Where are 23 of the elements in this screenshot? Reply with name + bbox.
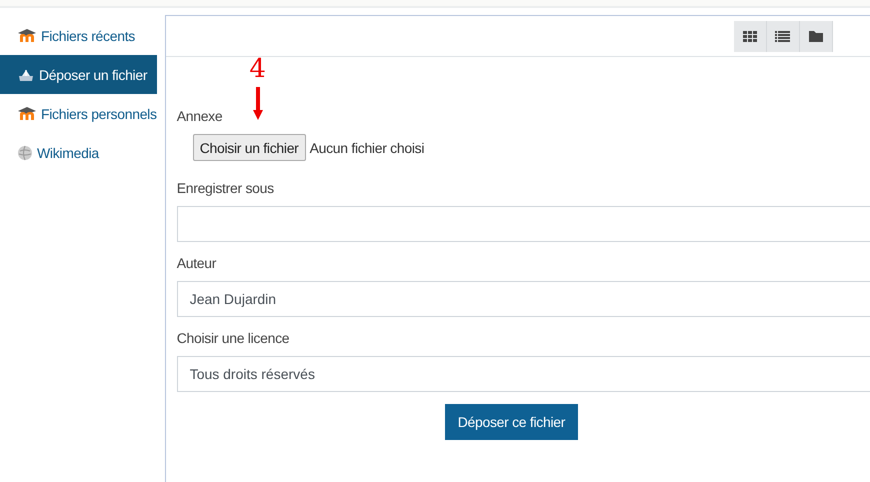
- choose-file-button[interactable]: Choisir un fichier: [192, 134, 306, 161]
- sidebar-item[interactable]: Fichiers récents: [0, 16, 157, 55]
- list-icon: [775, 30, 790, 42]
- hat-m-icon: [17, 28, 37, 43]
- license-select[interactable]: Tous droits réservés: [176, 356, 870, 392]
- field-label: Annexe: [176, 108, 222, 124]
- file-status: Aucun fichier choisi: [310, 140, 424, 156]
- hat-m-icon: [17, 106, 37, 121]
- tray-icon: [17, 67, 35, 82]
- step-number: 4: [249, 55, 266, 83]
- folder-icon: [808, 30, 823, 42]
- field-label: Auteur: [176, 255, 216, 271]
- sidebar-item[interactable]: Wikimedia: [0, 133, 157, 172]
- sidebar-item[interactable]: Fichiers personnels: [0, 94, 157, 133]
- submit-button[interactable]: Déposer ce fichier: [444, 404, 578, 440]
- input-field[interactable]: [176, 206, 870, 242]
- sidebar-item[interactable]: Déposer un fichier: [0, 55, 157, 94]
- input-field[interactable]: Jean Dujardin: [176, 281, 870, 317]
- field-label: Choisir une licence: [176, 330, 290, 346]
- down-arrow: [252, 87, 263, 120]
- grid-icon: [742, 30, 757, 42]
- globe-icon: [17, 144, 33, 160]
- field-label: Enregistrer sous: [176, 180, 274, 196]
